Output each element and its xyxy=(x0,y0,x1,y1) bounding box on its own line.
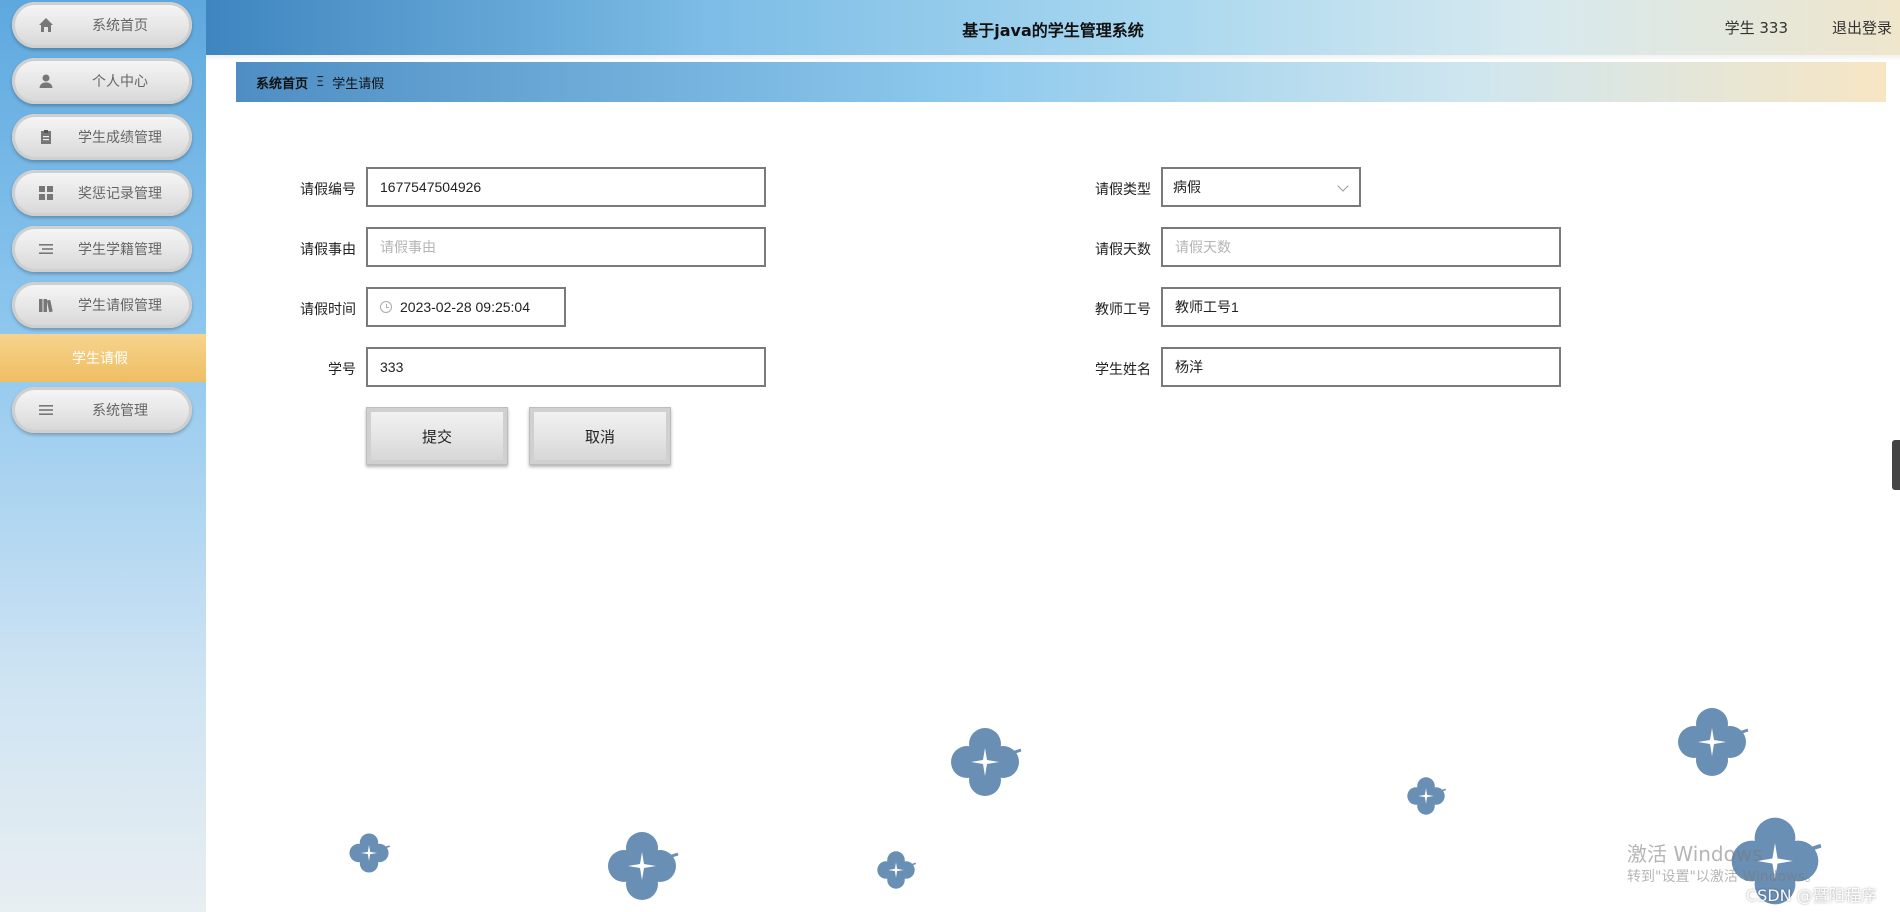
breadcrumb-current: 学生请假 xyxy=(332,76,385,92)
clover-icon xyxy=(608,832,679,900)
leave-type-select[interactable]: 病假 xyxy=(1161,167,1361,207)
sidebar-item-label: 学生请假管理 xyxy=(78,298,162,314)
leave-time-value: 2023-02-28 09:25:04 xyxy=(400,299,530,315)
scrollbar-handle[interactable] xyxy=(1892,440,1900,490)
sidebar: 系统首页 个人中心 学生成绩管理 奖惩记录管理 学生学籍管理 学生请假管理 学生… xyxy=(0,0,206,912)
student-name-input[interactable]: 杨洋 xyxy=(1161,347,1561,387)
student-no-value: 333 xyxy=(380,359,404,375)
list-icon xyxy=(38,241,54,257)
sidebar-item-grades[interactable]: 学生成绩管理 xyxy=(12,114,192,160)
leave-no-input[interactable]: 1677547504926 xyxy=(366,167,766,207)
sidebar-item-personal-center[interactable]: 个人中心 xyxy=(12,58,192,104)
clipboard-icon xyxy=(38,129,54,145)
sidebar-item-label: 系统管理 xyxy=(92,403,148,419)
leave-reason-input[interactable] xyxy=(366,227,766,267)
clover-icon xyxy=(877,851,917,889)
leave-no-label: 请假编号 xyxy=(300,182,356,198)
leave-time-label: 请假时间 xyxy=(300,302,356,318)
clover-icon xyxy=(1407,777,1447,815)
breadcrumb: 系统首页 Ξ 学生请假 xyxy=(236,62,1886,102)
sidebar-subitem-label: 学生请假 xyxy=(72,351,128,367)
sidebar-item-leave-management[interactable]: 学生请假管理 xyxy=(12,282,192,328)
books-icon xyxy=(38,297,54,313)
leave-type-label: 请假类型 xyxy=(1095,182,1151,198)
sidebar-item-rewards[interactable]: 奖惩记录管理 xyxy=(12,170,192,216)
teacher-no-label: 教师工号 xyxy=(1095,302,1151,318)
leave-days-label: 请假天数 xyxy=(1095,242,1151,258)
clock-icon xyxy=(380,301,392,313)
teacher-no-value: 教师工号1 xyxy=(1175,299,1239,315)
logout-link[interactable]: 退出登录 xyxy=(1832,17,1892,38)
clover-icon xyxy=(349,833,390,873)
teacher-no-input[interactable]: 教师工号1 xyxy=(1161,287,1561,327)
leave-type-value: 病假 xyxy=(1173,179,1201,195)
sidebar-item-label: 个人中心 xyxy=(92,74,148,90)
header-divider xyxy=(206,55,1900,61)
leave-time-picker[interactable]: 2023-02-28 09:25:04 xyxy=(366,287,566,327)
student-no-input[interactable]: 333 xyxy=(366,347,766,387)
grid-icon xyxy=(38,185,54,201)
sidebar-item-home[interactable]: 系统首页 xyxy=(12,2,192,48)
student-no-label: 学号 xyxy=(328,362,356,378)
sidebar-subitem-student-leave[interactable]: 学生请假 xyxy=(0,334,206,382)
clover-icon xyxy=(951,728,1022,796)
clover-icon xyxy=(1678,708,1749,776)
student-name-value: 杨洋 xyxy=(1175,359,1203,375)
leave-no-value: 1677547504926 xyxy=(380,179,482,195)
submit-button[interactable]: 提交 xyxy=(366,407,508,465)
sidebar-item-label: 系统首页 xyxy=(92,18,148,34)
top-header: 基于java的学生管理系统 学生 333 退出登录 xyxy=(206,0,1900,55)
leave-days-input[interactable] xyxy=(1161,227,1561,267)
user-icon xyxy=(38,73,54,89)
cancel-button[interactable]: 取消 xyxy=(529,407,671,465)
app-title: 基于java的学生管理系统 xyxy=(962,21,1144,40)
windows-watermark-title: 激活 Windows xyxy=(1627,842,1763,866)
student-name-label: 学生姓名 xyxy=(1095,362,1151,378)
csdn-watermark: CSDN @暨阳程序 xyxy=(1746,886,1877,905)
sidebar-item-label: 学生学籍管理 xyxy=(78,242,162,258)
sidebar-item-system[interactable]: 系统管理 xyxy=(12,387,192,433)
breadcrumb-home[interactable]: 系统首页 xyxy=(256,73,308,92)
sidebar-item-status[interactable]: 学生学籍管理 xyxy=(12,226,192,272)
chevron-down-icon xyxy=(1337,180,1349,192)
menu-icon xyxy=(38,402,54,418)
sidebar-item-label: 学生成绩管理 xyxy=(78,130,162,146)
home-icon xyxy=(38,17,54,33)
breadcrumb-separator-icon: Ξ xyxy=(316,74,325,90)
current-user: 学生 333 xyxy=(1724,19,1788,37)
sidebar-item-label: 奖惩记录管理 xyxy=(78,186,162,202)
leave-reason-label: 请假事由 xyxy=(300,242,356,258)
